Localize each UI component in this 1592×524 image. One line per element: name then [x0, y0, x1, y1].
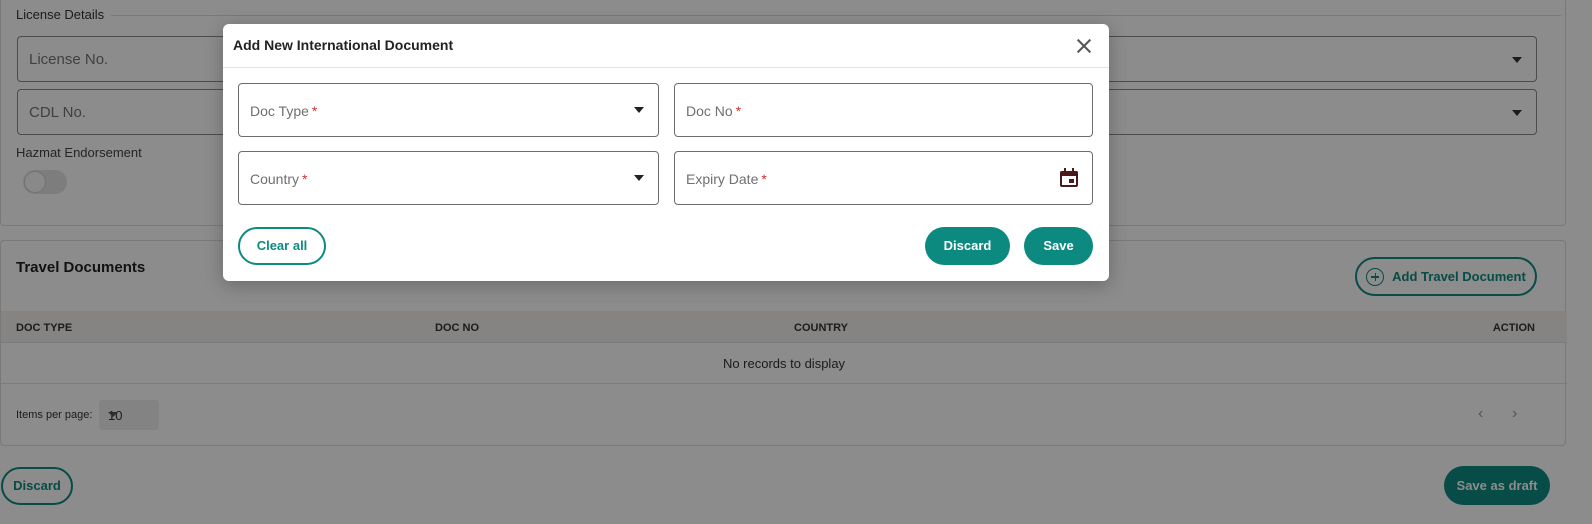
- required-marker: *: [761, 171, 767, 187]
- doc-type-select[interactable]: Doc Type *: [238, 83, 659, 137]
- doc-no-label: Doc No *: [686, 103, 742, 119]
- expiry-date-input[interactable]: Expiry Date *: [674, 151, 1093, 205]
- required-marker: *: [735, 103, 742, 119]
- doc-no-input[interactable]: Doc No *: [674, 83, 1093, 137]
- required-marker: *: [311, 103, 318, 119]
- doc-type-label: Doc Type *: [250, 103, 318, 119]
- country-label: Country *: [250, 171, 308, 187]
- clear-all-button[interactable]: Clear all: [238, 227, 326, 265]
- modal-header: Add New International Document: [223, 24, 1109, 68]
- country-select[interactable]: Country *: [238, 151, 659, 205]
- add-document-modal: Add New International Document Doc Type *…: [223, 24, 1109, 281]
- chevron-down-icon: [634, 175, 644, 181]
- close-icon[interactable]: [1074, 36, 1094, 56]
- modal-save-button[interactable]: Save: [1024, 227, 1093, 265]
- chevron-down-icon: [634, 107, 644, 113]
- expiry-date-label: Expiry Date *: [686, 171, 767, 187]
- calendar-icon[interactable]: [1060, 168, 1078, 187]
- modal-title: Add New International Document: [233, 37, 454, 53]
- modal-discard-button[interactable]: Discard: [925, 227, 1010, 265]
- required-marker: *: [302, 171, 308, 187]
